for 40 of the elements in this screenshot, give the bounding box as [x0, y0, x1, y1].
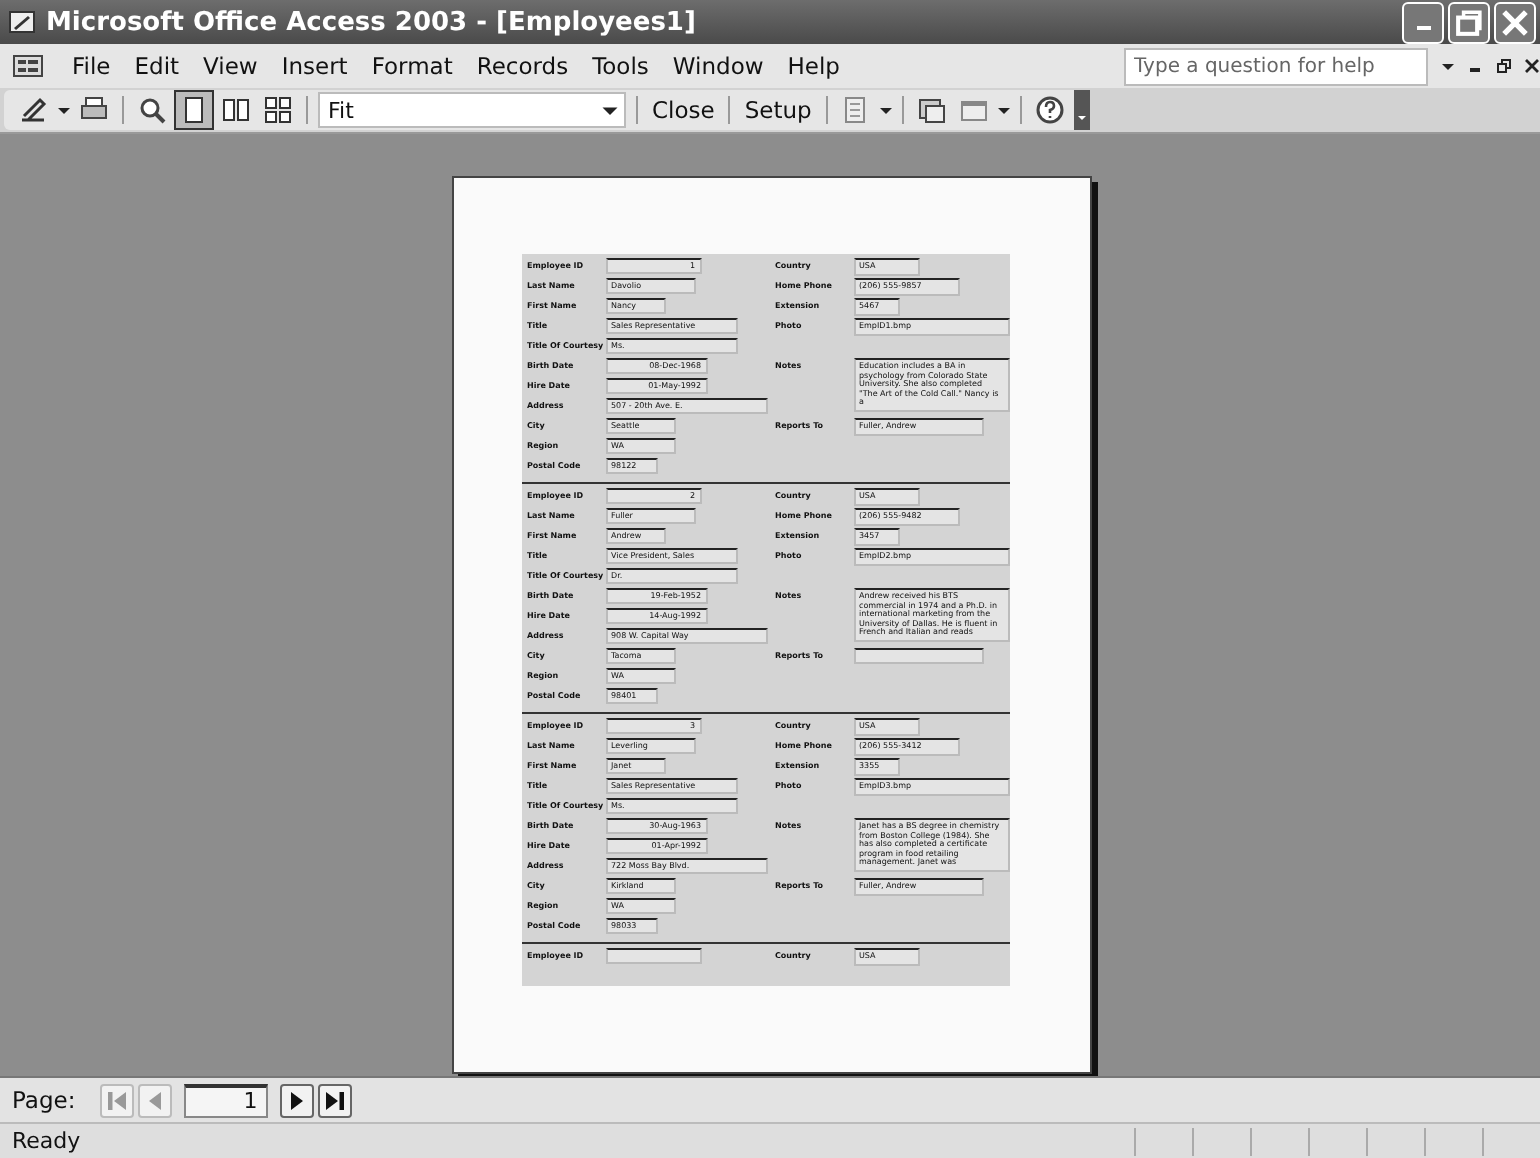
- window-icon: [8, 8, 36, 36]
- toolbar-button[interactable]: Close: [648, 96, 719, 124]
- page-number-field[interactable]: 1: [183, 1083, 268, 1117]
- minimize-button[interactable]: [1402, 1, 1444, 43]
- menu-item[interactable]: Insert: [269, 52, 360, 80]
- window-title: Microsoft Office Access 2003 - [Employees1]: [46, 7, 696, 37]
- menu-item[interactable]: Edit: [122, 52, 192, 80]
- next-page-button[interactable]: [279, 1083, 314, 1117]
- caret-icon[interactable]: [879, 104, 892, 116]
- menu-item[interactable]: View: [191, 52, 270, 80]
- field-value: [605, 948, 701, 964]
- help-icon[interactable]: [1031, 92, 1068, 128]
- restore-button[interactable]: [1448, 1, 1490, 43]
- help-search-field[interactable]: Type a question for help: [1124, 47, 1428, 85]
- field-value: [853, 648, 983, 664]
- previous-page-button[interactable]: [137, 1083, 172, 1117]
- menu-item[interactable]: Window: [660, 52, 776, 80]
- toolbar-button[interactable]: Setup: [740, 96, 816, 124]
- dropdown-arrow-icon[interactable]: [1440, 58, 1456, 74]
- restore-icon[interactable]: [1496, 58, 1512, 74]
- status-text: Ready: [12, 1128, 81, 1154]
- multiple-pages-icon[interactable]: [260, 92, 296, 128]
- page-label: Page:: [12, 1086, 76, 1114]
- close-button[interactable]: [1494, 1, 1536, 43]
- menu-item[interactable]: Format: [359, 52, 465, 80]
- menu-item[interactable]: Help: [775, 52, 852, 80]
- view-icon[interactable]: [16, 92, 52, 128]
- first-page-button[interactable]: [99, 1083, 134, 1117]
- close-icon[interactable]: [1524, 58, 1540, 74]
- caret-icon[interactable]: [58, 104, 70, 116]
- zoom-dropdown[interactable]: Fit: [318, 92, 626, 128]
- menu-item[interactable]: Tools: [580, 52, 661, 80]
- minimize-icon: [1415, 26, 1431, 30]
- one-page-icon[interactable]: [176, 92, 212, 128]
- last-page-button[interactable]: [317, 1083, 352, 1117]
- form-icon[interactable]: [12, 54, 44, 78]
- menu-item[interactable]: File: [60, 52, 123, 80]
- toolbar-options-icon[interactable]: [1073, 90, 1090, 130]
- menu-item[interactable]: Records: [464, 52, 581, 80]
- caret-icon[interactable]: [997, 104, 1010, 116]
